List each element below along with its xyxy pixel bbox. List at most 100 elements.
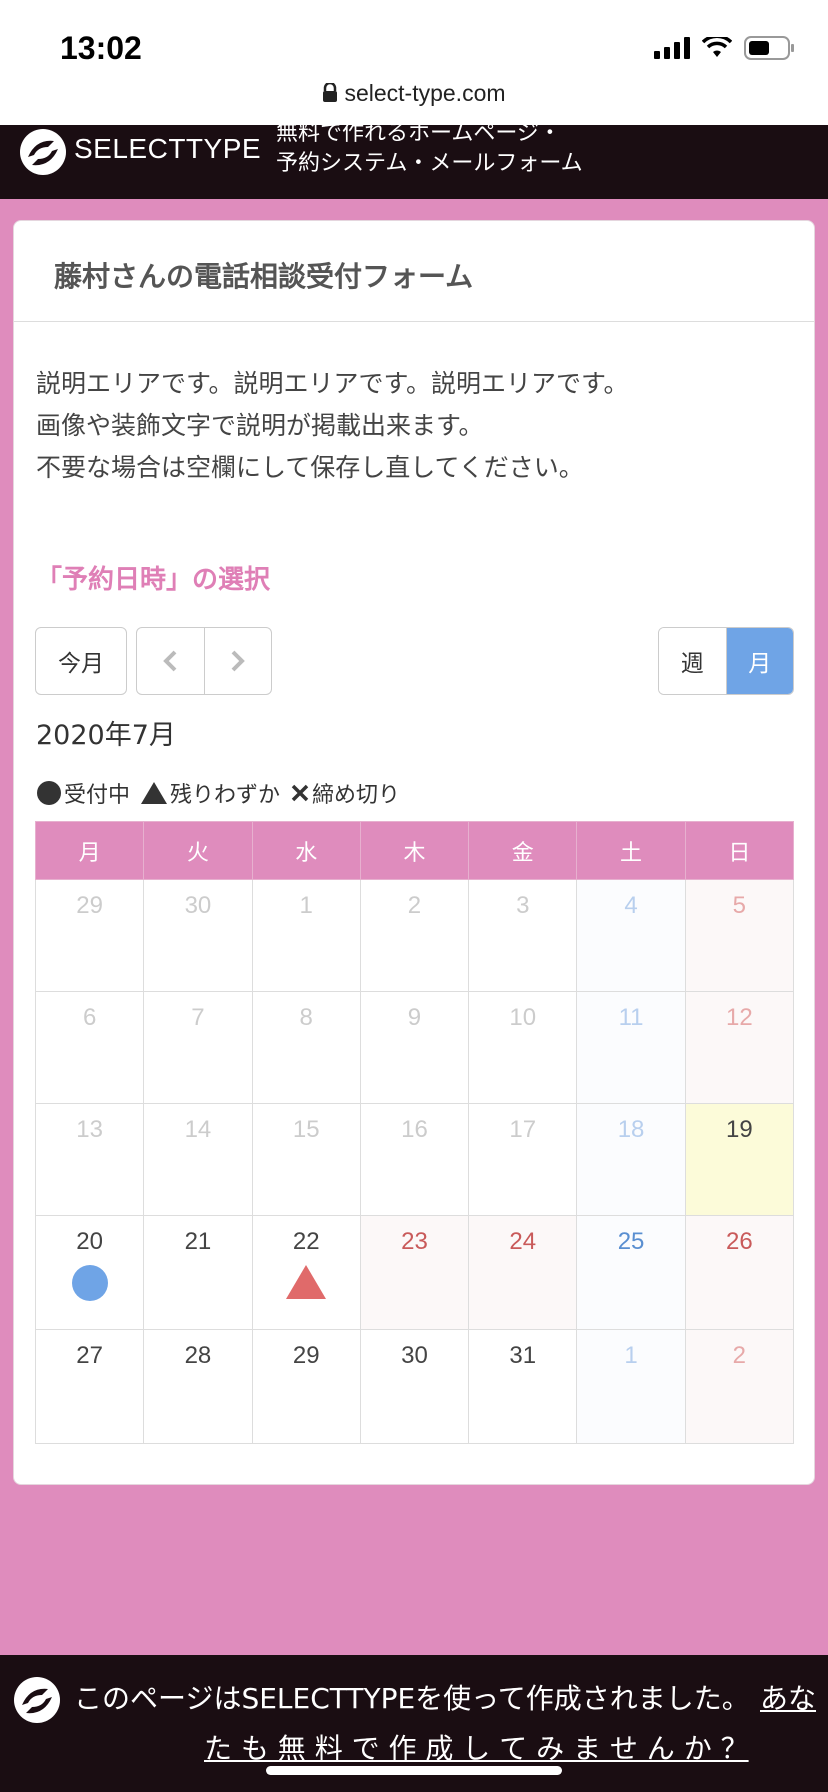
signal-icon <box>654 37 690 59</box>
few-left-triangle-icon[interactable] <box>285 1264 327 1300</box>
weekday-tue: 火 <box>143 821 253 880</box>
triangle-icon <box>141 782 168 804</box>
calendar-day: 1 <box>576 1329 686 1444</box>
calendar-day: 26 <box>684 1215 795 1330</box>
form-title: 藤村さんの電話相談受付フォーム <box>54 260 474 293</box>
weekday-sat: 土 <box>576 821 686 880</box>
month-nav-group <box>136 627 272 695</box>
footer-text: このページはSELECTTYPEを使って作成されました。 <box>74 1682 750 1715</box>
footer-signup-link[interactable]: あな <box>760 1677 816 1717</box>
calendar-grid: 月 火 水 木 金 土 日 29 30 1 2 3 4 5 6 7 8 9 10… <box>34 821 795 1444</box>
calendar-day-holiday: 24 <box>468 1215 578 1330</box>
calendar-day: 2 <box>359 879 470 992</box>
brand-tagline: 無料で作れるホームページ・ 予約システム・メールフォーム <box>276 119 583 179</box>
selecttype-logo-icon[interactable] <box>18 127 68 177</box>
cross-icon <box>291 784 309 802</box>
calendar-week: 27 28 29 30 31 1 2 <box>34 1329 795 1444</box>
weekday-fri: 金 <box>468 821 578 880</box>
calendar-day: 15 <box>251 1103 361 1216</box>
wifi-icon <box>702 37 732 57</box>
calendar-day: 16 <box>359 1103 470 1216</box>
clock: 13:02 <box>60 30 142 66</box>
this-month-button[interactable]: 今月 <box>35 627 127 695</box>
calendar-day: 10 <box>468 991 578 1104</box>
week-view-button[interactable]: 週 <box>659 628 727 694</box>
calendar-week: 20 21 22 23 24 25 26 <box>34 1215 795 1330</box>
brand-name[interactable]: SELECTTYPE <box>74 133 261 165</box>
title-divider <box>14 321 814 322</box>
calendar-day: 21 <box>143 1215 253 1330</box>
legend-open: 受付中 <box>36 777 130 809</box>
legend-closed-label: 締め切り <box>312 783 401 808</box>
next-month-button[interactable] <box>205 628 272 694</box>
calendar-day: 30 <box>143 879 253 992</box>
calendar-day: 3 <box>468 879 578 992</box>
prev-month-button[interactable] <box>137 628 205 694</box>
calendar-day: 12 <box>684 991 795 1104</box>
month-title: 2020年7月 <box>36 720 176 751</box>
reservation-card: 藤村さんの電話相談受付フォーム 説明エリアです。説明エリアです。説明エリアです。… <box>13 220 815 1485</box>
selecttype-logo-icon <box>14 1677 60 1723</box>
lock-icon <box>323 83 338 102</box>
brand-header: SELECTTYPE 無料で作れるホームページ・ 予約システム・メールフォーム <box>0 121 828 199</box>
calendar-day: 5 <box>684 879 795 992</box>
calendar-day: 4 <box>576 879 686 992</box>
calendar-day: 17 <box>468 1103 578 1216</box>
tagline-line-1: 無料で作れるホームページ・ <box>276 121 561 146</box>
calendar-day: 2 <box>684 1329 795 1444</box>
legend: 受付中 残りわずか 締め切り <box>36 777 410 809</box>
calendar-day: 6 <box>34 991 145 1104</box>
chevron-left-icon <box>163 650 177 672</box>
available-circle-icon[interactable] <box>71 1264 109 1302</box>
legend-closed: 締め切り <box>290 777 400 809</box>
month-view-button[interactable]: 月 <box>726 628 793 694</box>
view-toggle: 週 月 <box>658 627 794 695</box>
calendar-day: 29 <box>34 879 145 992</box>
circle-icon <box>37 781 61 805</box>
weekday-thu: 木 <box>359 821 470 880</box>
calendar-day: 25 <box>576 1215 686 1330</box>
calendar-day: 27 <box>34 1329 145 1444</box>
tagline-line-2: 予約システム・メールフォーム <box>276 151 583 176</box>
chevron-right-icon <box>231 650 245 672</box>
legend-open-label: 受付中 <box>64 783 131 808</box>
calendar-day: 31 <box>468 1329 578 1444</box>
weekday-sun: 日 <box>684 821 795 880</box>
footer-signup-link[interactable]: た も 無 料 で 作 成 し て み ま せ ん か ？ <box>204 1727 749 1767</box>
description-line: 説明エリアです。説明エリアです。説明エリアです。 <box>36 369 629 398</box>
status-icons <box>654 36 796 60</box>
day-number: 22 <box>292 1228 320 1255</box>
calendar-day: 13 <box>34 1103 145 1216</box>
calendar-day: 7 <box>143 991 253 1104</box>
weekday-header: 月 火 水 木 金 土 日 <box>34 821 795 880</box>
address-bar[interactable]: select-type.com <box>0 80 828 107</box>
calendar-week: 29 30 1 2 3 4 5 <box>34 879 795 992</box>
calendar-day-holiday: 23 <box>359 1215 470 1330</box>
calendar-day-today: 19 <box>684 1103 795 1216</box>
weekday-mon: 月 <box>34 821 145 880</box>
url-text: select-type.com <box>344 80 506 106</box>
description-line: 画像や装飾文字で説明が掲載出来ます。 <box>36 411 484 440</box>
calendar-day: 29 <box>251 1329 361 1444</box>
calendar-day: 8 <box>251 991 361 1104</box>
weekday-wed: 水 <box>251 821 361 880</box>
calendar-day: 28 <box>143 1329 253 1444</box>
battery-icon <box>744 36 794 60</box>
calendar-day: 14 <box>143 1103 253 1216</box>
calendar-day: 30 <box>359 1329 470 1444</box>
calendar-week: 6 7 8 9 10 11 12 <box>34 991 795 1104</box>
calendar-day-available[interactable]: 20 <box>34 1215 145 1330</box>
calendar-day: 18 <box>576 1103 686 1216</box>
description-area: 説明エリアです。説明エリアです。説明エリアです。 画像や装飾文字で説明が掲載出来… <box>36 363 629 489</box>
section-title: 「予約日時」の選択 <box>36 565 271 595</box>
legend-few-label: 残りわずか <box>170 783 281 808</box>
calendar-day: 11 <box>576 991 686 1104</box>
description-line: 不要な場合は空欄にして保存し直してください。 <box>36 453 584 482</box>
home-indicator[interactable] <box>266 1766 562 1775</box>
calendar-day: 9 <box>359 991 470 1104</box>
calendar-day: 1 <box>251 879 361 992</box>
calendar-week: 13 14 15 16 17 18 19 <box>34 1103 795 1216</box>
calendar-day-few[interactable]: 22 <box>251 1215 361 1330</box>
day-number: 20 <box>76 1228 103 1255</box>
legend-few: 残りわずか <box>140 777 280 809</box>
